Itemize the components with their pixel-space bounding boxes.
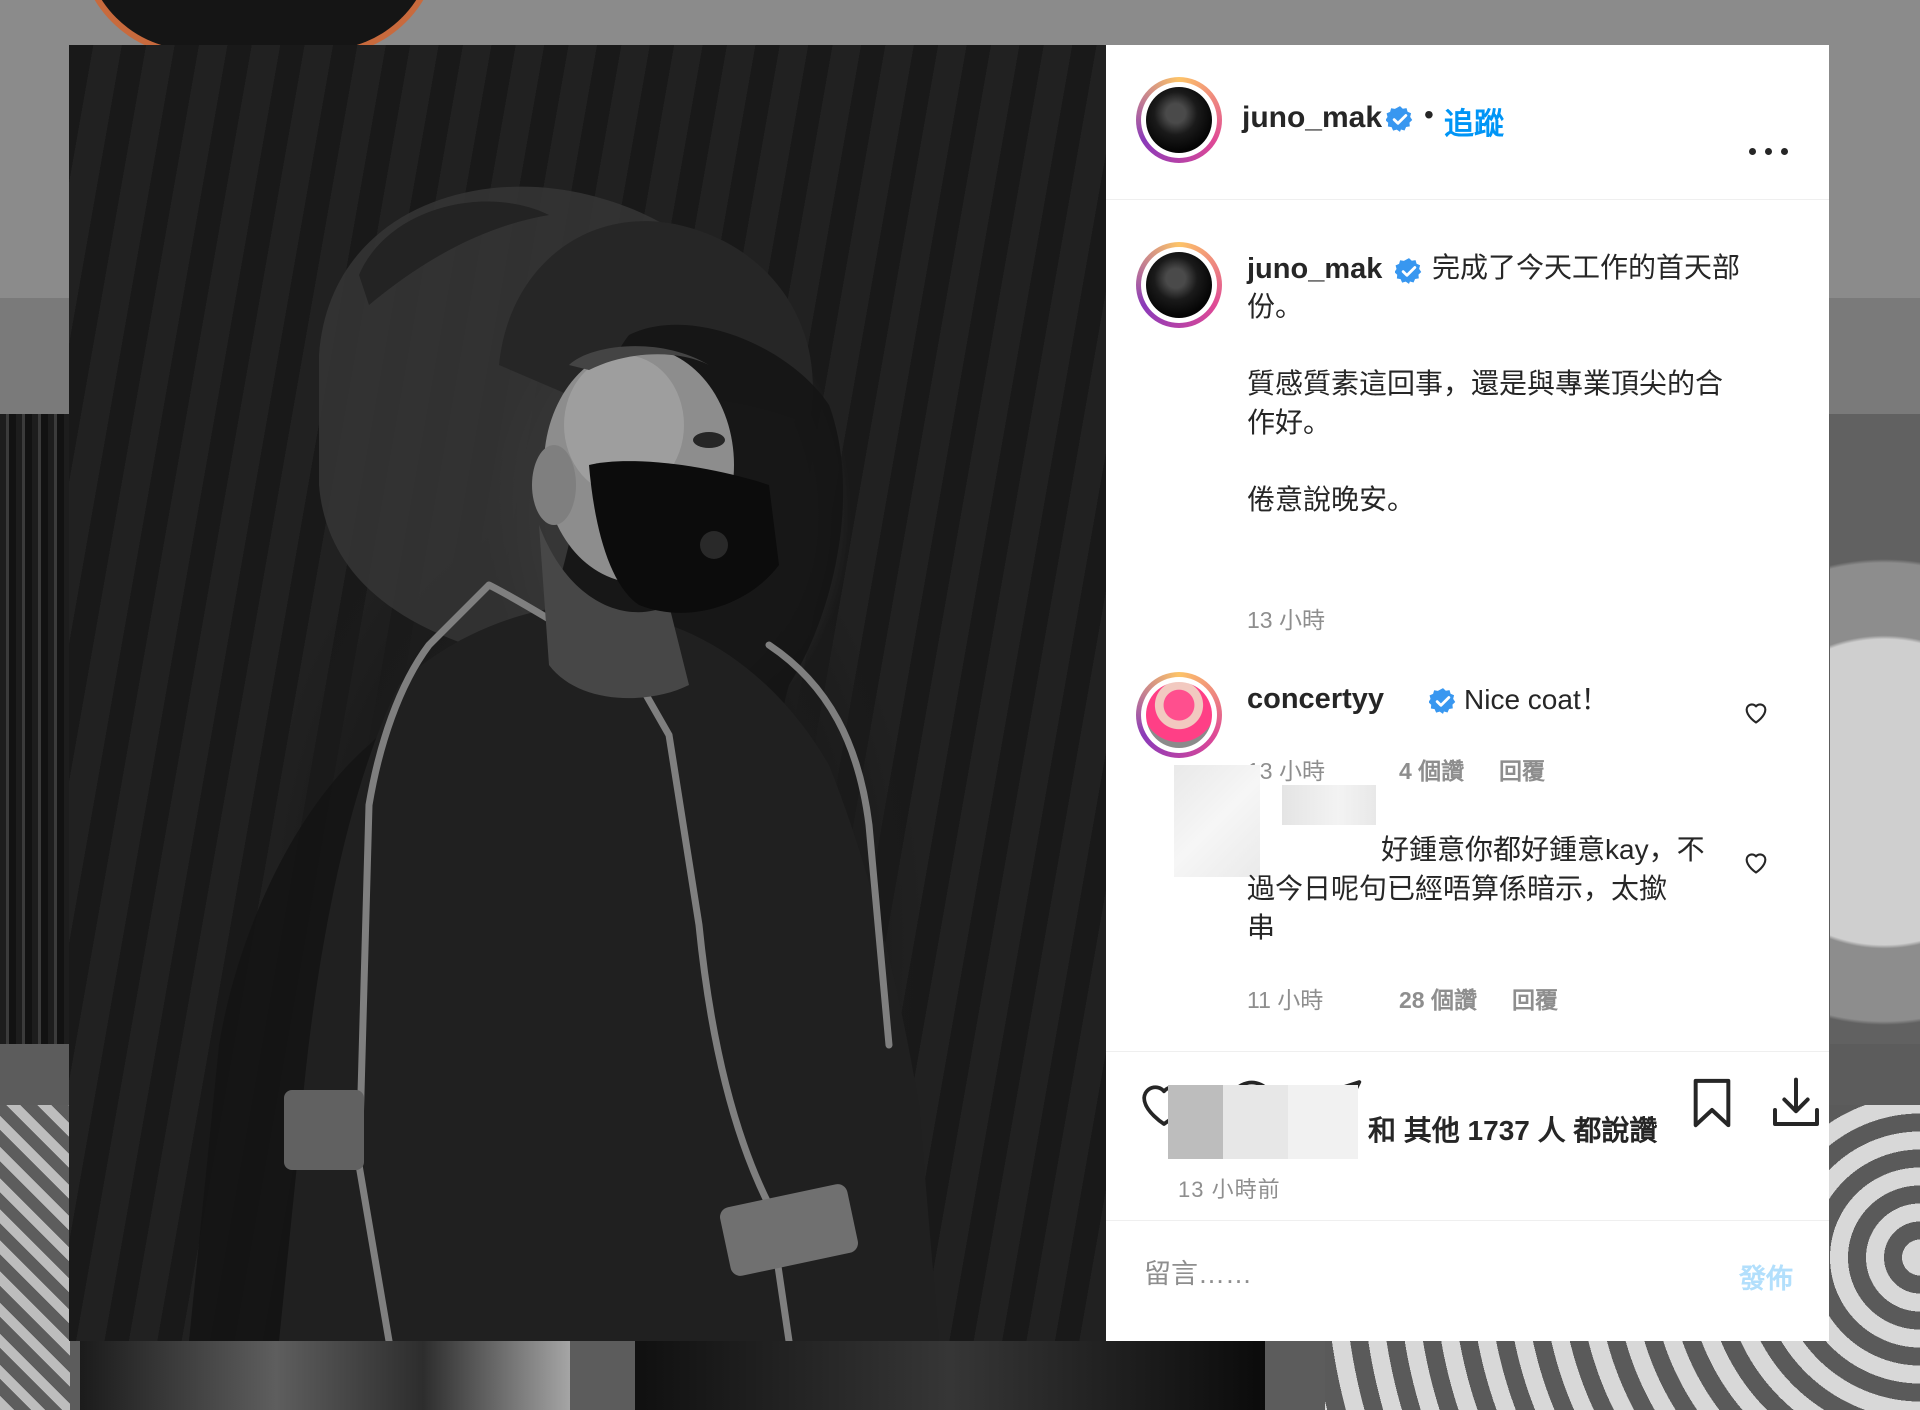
verified-badge-icon — [1429, 688, 1456, 714]
post-time-ago[interactable]: 13 小時前 — [1178, 1172, 1281, 1204]
comment-likes-count[interactable]: 4 個讚 — [1399, 752, 1464, 786]
photo-artwork — [69, 45, 1106, 1341]
caption-text-line: 倦意說晚安。 — [1247, 484, 1416, 515]
blurred-liker-avatars[interactable] — [1168, 1085, 1358, 1159]
background-post-thumbnail[interactable] — [0, 414, 70, 1044]
caption-author-username[interactable]: juno_mak — [1247, 253, 1382, 286]
background-post-thumbnail[interactable] — [80, 1340, 570, 1410]
comment-likes-count[interactable]: 28 個讚 — [1399, 981, 1477, 1015]
comment-like-heart-icon[interactable] — [1742, 698, 1770, 726]
likes-summary[interactable]: 和 其他 1737 人 都說讚 — [1368, 1109, 1657, 1149]
comment-timestamp[interactable]: 11 小時 — [1247, 981, 1323, 1015]
comment-like-heart-icon[interactable] — [1742, 848, 1770, 876]
author-username[interactable]: juno_mak — [1242, 101, 1382, 135]
caption-text-line: 作好。 — [1247, 407, 1332, 438]
download-icon[interactable] — [1768, 1075, 1824, 1131]
blurred-commenter-username[interactable] — [1282, 785, 1376, 825]
post-modal: juno_mak • 追蹤 juno_mak 完成了今天工作的首天部 份。 質感… — [69, 45, 1829, 1341]
caption-text-line: 質感質素這回事，還是與專業頂尖的合 — [1247, 368, 1724, 399]
post-comment-button[interactable]: 發佈 — [1739, 1257, 1793, 1296]
more-options-button[interactable] — [1749, 145, 1789, 157]
comment-text-line: 串 — [1247, 912, 1276, 943]
caption-timestamp[interactable]: 13 小時 — [1247, 601, 1325, 635]
header-separator: • — [1424, 99, 1434, 130]
follow-button[interactable]: 追蹤 — [1444, 99, 1504, 143]
verified-badge-icon — [1386, 106, 1413, 132]
comment-text: Nice coat！ — [1464, 684, 1609, 715]
author-avatar[interactable] — [1136, 77, 1222, 163]
commenter-avatar[interactable] — [1136, 672, 1222, 758]
caption-text-line: 份。 — [1247, 291, 1304, 322]
caption-text-line: 完成了今天工作的首天部 — [1432, 252, 1741, 283]
post-details-panel: juno_mak • 追蹤 juno_mak 完成了今天工作的首天部 份。 質感… — [1106, 45, 1829, 1341]
actions-divider — [1106, 1051, 1829, 1052]
comment-composer: 發佈 — [1106, 1220, 1829, 1342]
commenter-username[interactable]: concertyy — [1247, 683, 1384, 716]
background-post-thumbnail[interactable] — [635, 1340, 1265, 1410]
background-post-thumbnail[interactable] — [0, 1105, 70, 1410]
comment-text-line: 過今日呢句已經唔算係暗示，太撳 — [1247, 873, 1668, 904]
bookmark-icon[interactable] — [1684, 1075, 1740, 1131]
comment-reply-button[interactable]: 回覆 — [1512, 981, 1558, 1015]
post-photo[interactable] — [69, 45, 1106, 1341]
post-header: juno_mak • 追蹤 — [1106, 45, 1829, 200]
comment-reply-button[interactable]: 回覆 — [1499, 752, 1545, 786]
background-post-thumbnail[interactable] — [1830, 414, 1920, 1044]
comment-text-line: 好鍾意你都好鍾意kay，不 — [1381, 834, 1705, 865]
verified-badge-icon — [1395, 258, 1422, 284]
blurred-commenter-avatar[interactable] — [1174, 765, 1260, 877]
caption-author-avatar[interactable] — [1136, 242, 1222, 328]
comment-input[interactable] — [1142, 1251, 1666, 1297]
